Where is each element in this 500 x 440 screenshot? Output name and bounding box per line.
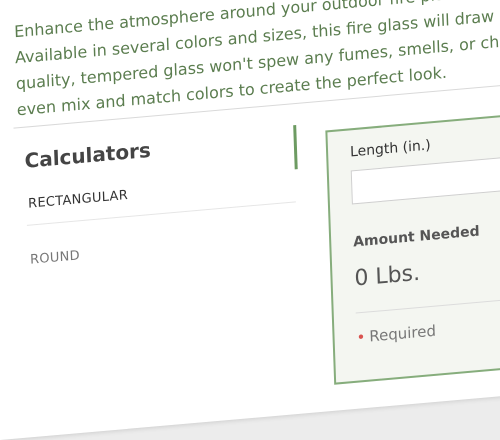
form-divider <box>355 289 500 314</box>
calculator-form: Length (in.) Amount Needed 0 Lbs. • Requi… <box>325 103 500 385</box>
amount-needed-value: 0 Lbs. <box>354 260 421 292</box>
amount-needed-label: Amount Needed <box>352 223 480 251</box>
required-note: • Required <box>356 322 436 347</box>
required-label: Required <box>369 321 437 346</box>
calculator-tab-round[interactable]: ROUND <box>30 248 80 267</box>
required-star-icon: • <box>356 327 366 347</box>
calculator-tab-rectangular[interactable]: RECTANGULAR <box>28 188 128 212</box>
calculators-heading: Calculators <box>24 137 152 173</box>
intro-paragraph: Enhance the atmosphere around your outdo… <box>14 0 500 123</box>
length-label: Length (in.) <box>349 137 431 161</box>
active-nav-indicator <box>293 125 298 170</box>
page-sheet: Enhance the atmosphere around your outdo… <box>0 0 500 440</box>
